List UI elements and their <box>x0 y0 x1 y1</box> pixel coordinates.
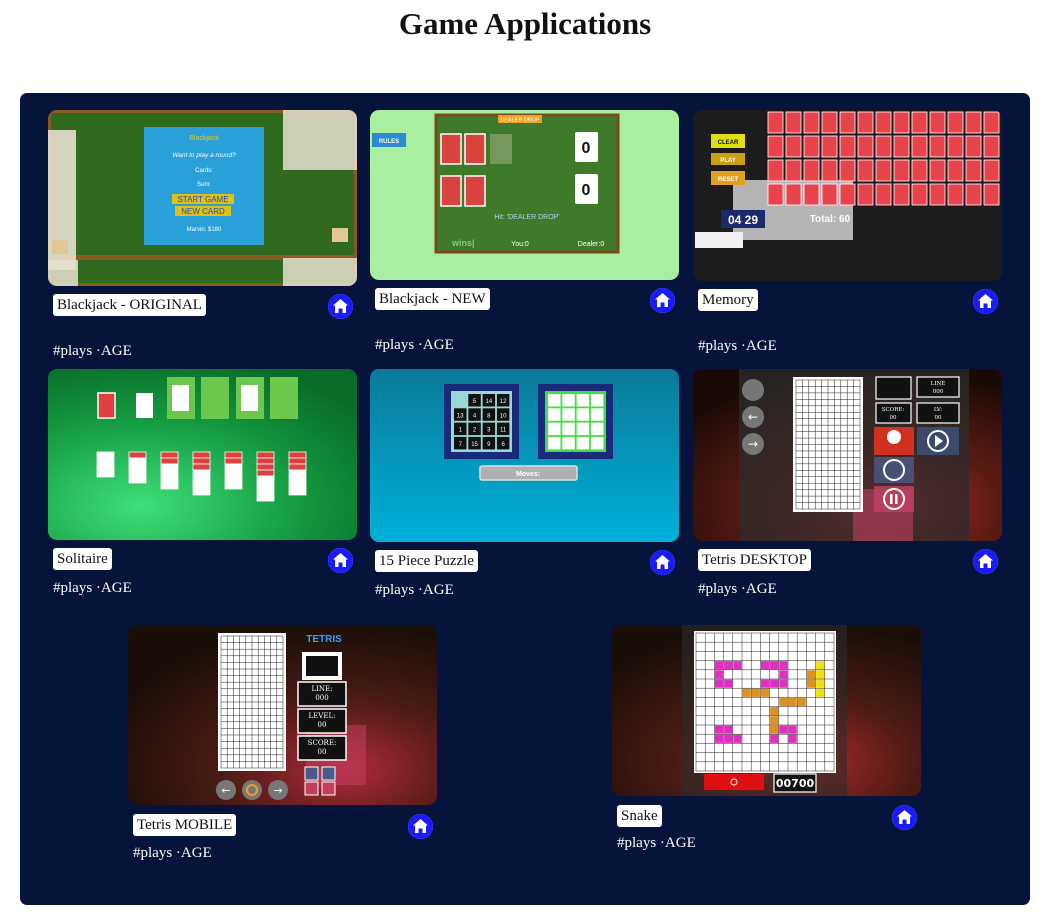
puzzle-thumbnail[interactable]: 5 14 12 13 4 8 10 1 2 3 11 7 15 9 6 Moves: <box>370 369 679 542</box>
memory-total: Total: 60 <box>810 214 851 225</box>
game-title-tetris-desktop[interactable]: Tetris DESKTOP <box>698 549 811 571</box>
svg-text:11: 11 <box>500 428 507 434</box>
game-meta: #plays ·AGE <box>698 338 777 354</box>
tetris-mobile-thumbnail[interactable]: TETRIS LINE: 000 LEVEL: 00 SCORE: 00 ← → <box>128 625 437 805</box>
blackjack-new-score-player: 0 <box>582 182 591 199</box>
solitaire-thumbnail[interactable] <box>48 369 357 540</box>
memory-reset-button: RESET <box>718 177 738 183</box>
tetris-desktop-line-label: LINE <box>931 381 946 387</box>
tetris-mobile-line-value: 000 <box>315 694 328 702</box>
blackjack-thumb-prompt: Want to play a round? <box>172 152 236 159</box>
tetris-mobile-score-label: SCORE: <box>308 739 337 747</box>
svg-text:→: → <box>273 784 282 797</box>
home-icon[interactable] <box>328 294 353 319</box>
blackjack-new-dealer: Dealer:0 <box>578 241 605 248</box>
home-icon[interactable] <box>650 288 675 313</box>
tetris-desktop-level-label: LV: <box>934 407 942 413</box>
game-title-solitaire[interactable]: Solitaire <box>53 548 112 570</box>
tetris-desktop-board <box>795 379 861 510</box>
svg-text:12: 12 <box>500 399 507 405</box>
blackjack-new-hint: Hit: 'DEALER DROP' <box>494 214 559 221</box>
svg-text:→: → <box>748 437 758 451</box>
svg-text:10: 10 <box>500 413 507 419</box>
memory-timer: 04 29 <box>728 213 758 227</box>
home-icon[interactable] <box>408 814 433 839</box>
tetris-desktop-thumbnail[interactable]: ← → LINE 000 SCORE: 00 LV: 00 <box>693 369 1002 541</box>
tetris-mobile-score-value: 00 <box>318 748 327 756</box>
blackjack-thumb-player: Marvin: $180 <box>187 227 222 233</box>
game-meta: #plays ·AGE <box>53 343 132 359</box>
blackjack-new-rules-button: RULES <box>379 139 399 145</box>
snake-score: 00700 <box>776 777 815 790</box>
blackjack-new-score-dealer: 0 <box>582 140 591 157</box>
home-icon[interactable] <box>973 549 998 574</box>
svg-text:←: ← <box>748 410 758 424</box>
svg-text:←: ← <box>221 784 230 797</box>
game-meta: #plays ·AGE <box>53 580 132 596</box>
tetris-desktop-score-value: 00 <box>890 415 897 421</box>
game-title-blackjack-new[interactable]: Blackjack - NEW <box>375 288 490 310</box>
tetris-mobile-logo: TETRIS <box>306 634 342 645</box>
blackjack-new-thumbnail[interactable]: RULES DEALER DROP 0 0 Hit: 'DEALER DROP'… <box>370 110 679 280</box>
blackjack-new-wins: wins| <box>451 238 475 248</box>
blackjack-new-you: You:0 <box>511 241 529 248</box>
game-title-blackjack-original[interactable]: Blackjack - ORIGINAL <box>53 294 206 316</box>
home-icon[interactable] <box>328 548 353 573</box>
blackjack-thumb-start-button: START GAME <box>177 195 228 204</box>
home-icon[interactable] <box>892 805 917 830</box>
svg-text:15: 15 <box>471 442 478 448</box>
page-title: Game Applications <box>398 6 652 41</box>
game-title-memory[interactable]: Memory <box>698 289 758 311</box>
tetris-mobile-level-label: LEVEL: <box>309 712 336 720</box>
game-title-15-puzzle[interactable]: 15 Piece Puzzle <box>375 550 478 572</box>
blackjack-thumb-sum: Sum: <box>197 182 211 188</box>
home-icon[interactable] <box>973 289 998 314</box>
tetris-mobile-line-label: LINE: <box>311 685 332 693</box>
tetris-mobile-level-value: 00 <box>318 721 327 729</box>
game-title-snake[interactable]: Snake <box>617 805 662 827</box>
game-meta: #plays ·AGE <box>375 582 454 598</box>
game-title-tetris-mobile[interactable]: Tetris MOBILE <box>133 814 237 836</box>
tetris-desktop-level-value: 00 <box>935 415 942 421</box>
game-meta: #plays ·AGE <box>133 845 212 861</box>
game-grid: Blackjack Want to play a round? Cards: S… <box>20 93 1030 905</box>
blackjack-thumb-title: Blackjack <box>189 135 219 142</box>
game-meta: #plays ·AGE <box>375 337 454 353</box>
puzzle-moves: Moves: <box>516 471 540 478</box>
blackjack-thumb-new-card-button: NEW CARD <box>181 207 225 216</box>
svg-text:14: 14 <box>486 399 493 405</box>
game-meta: #plays ·AGE <box>617 835 696 851</box>
blackjack-new-banner: DEALER DROP <box>500 118 540 124</box>
blackjack-original-thumbnail[interactable]: Blackjack Want to play a round? Cards: S… <box>48 110 357 286</box>
game-meta: #plays ·AGE <box>698 581 777 597</box>
tetris-desktop-line-value: 000 <box>933 389 944 395</box>
memory-clear-button: CLEAR <box>718 140 739 146</box>
svg-text:13: 13 <box>457 413 464 419</box>
tetris-mobile-board <box>220 635 284 769</box>
memory-play-button: PLAY <box>720 158 735 164</box>
home-icon[interactable] <box>650 550 675 575</box>
memory-thumbnail[interactable]: CLEAR PLAY RESET 04 29 Total: 60 <box>693 110 1002 281</box>
blackjack-thumb-cards: Cards: <box>195 168 213 174</box>
tetris-desktop-score-label: SCORE: <box>882 407 905 413</box>
snake-thumbnail[interactable]: 00700 <box>612 625 921 796</box>
